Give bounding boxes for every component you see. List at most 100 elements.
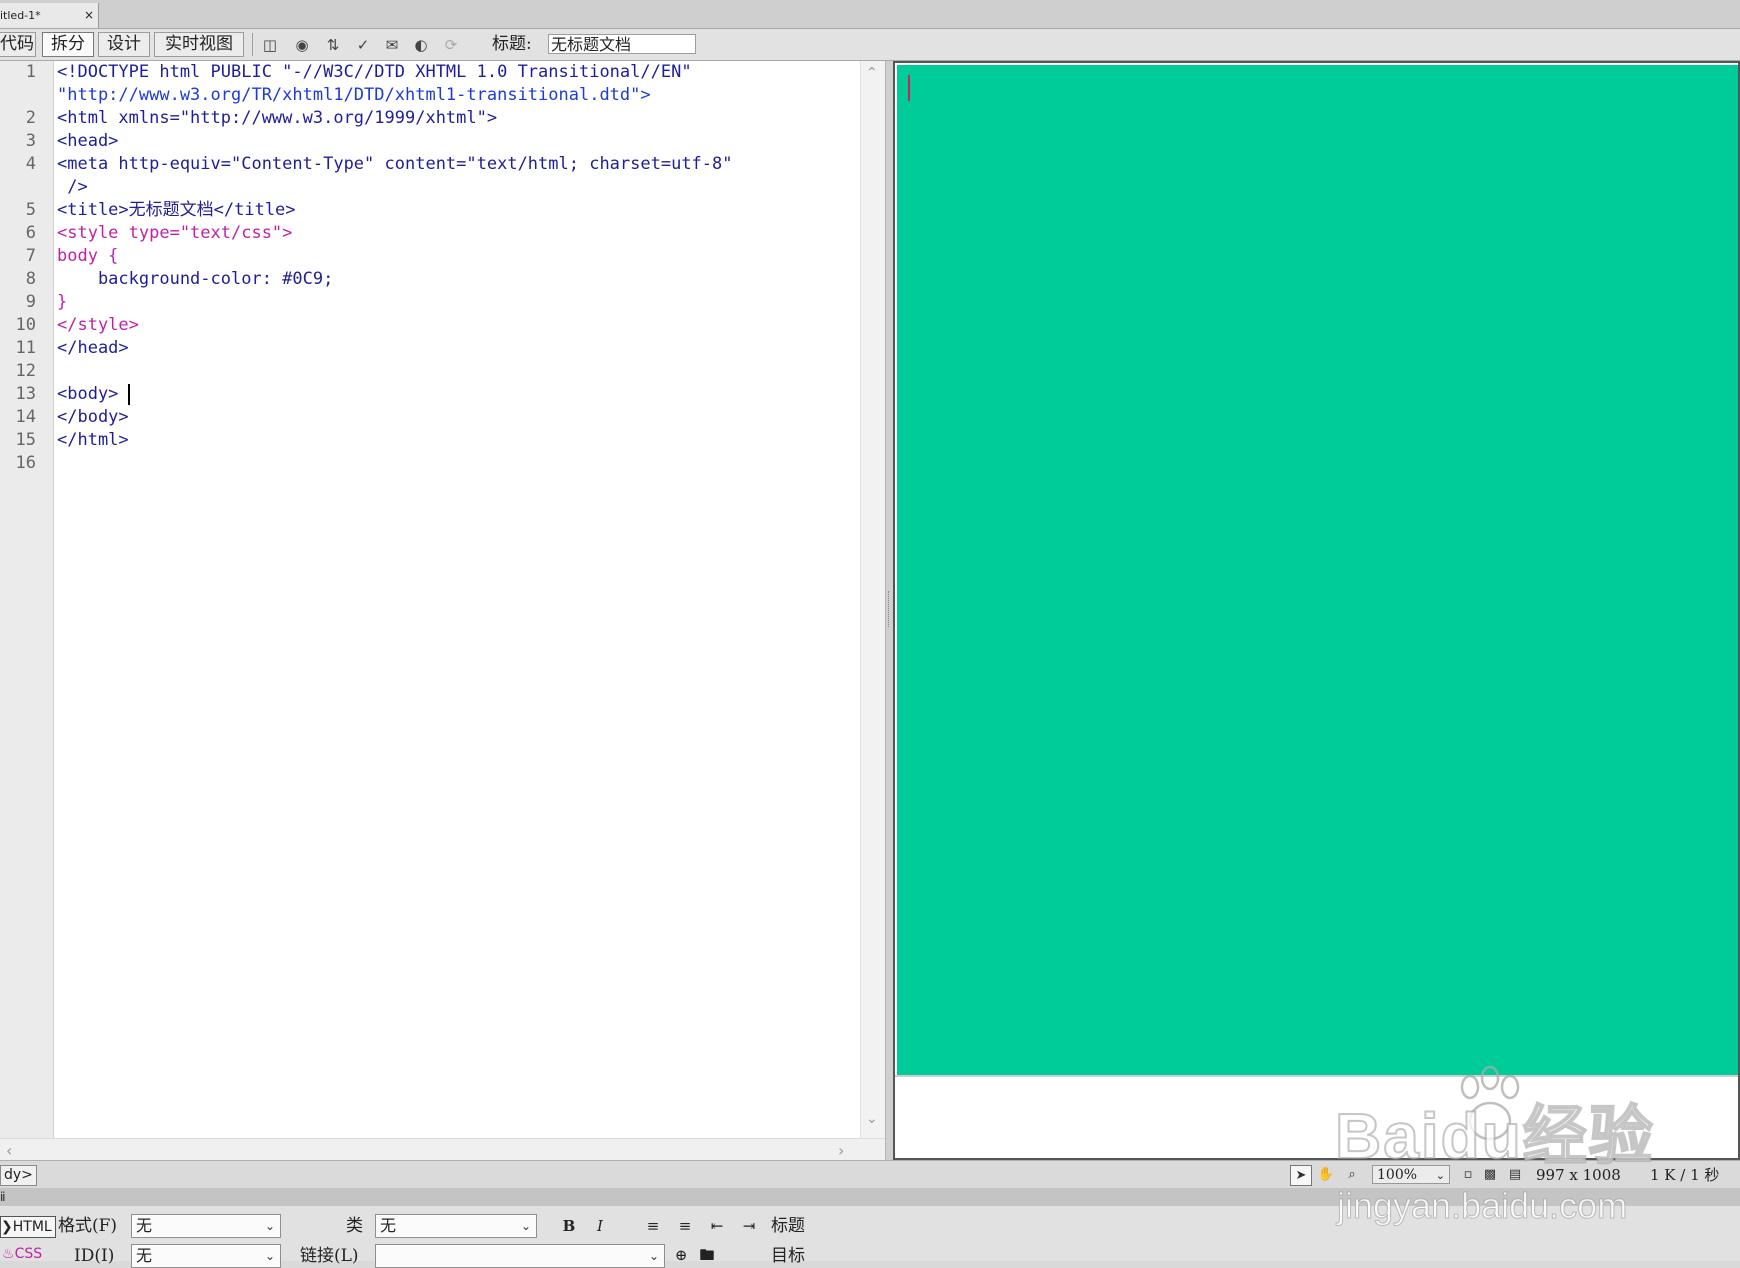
format-label: 格式(F) (58, 1216, 118, 1236)
code-line: "http://www.w3.org/TR/xhtml1/DTD/xhtml1-… (57, 85, 651, 105)
id-label: ID(I) (74, 1246, 115, 1266)
tag-selector[interactable]: dy> (0, 1165, 37, 1186)
document-tab[interactable]: itled-1* × (0, 3, 99, 28)
split-view-button[interactable]: 拆分 (42, 32, 94, 57)
line-number: 7 (25, 246, 36, 266)
zoom-value: 100% (1377, 1167, 1418, 1183)
class-select[interactable]: 无 ⌄ (375, 1214, 537, 1238)
w3c-validation-icon[interactable]: ✓ (352, 36, 374, 54)
properties-html-tab[interactable]: ❯HTML (0, 1216, 56, 1238)
check-browser-icon[interactable]: ✉ (381, 36, 403, 54)
code-horizontal-scrollbar[interactable]: ‹ › (0, 1138, 885, 1161)
page-boundary (895, 1075, 1738, 1077)
design-view-button[interactable]: 设计 (98, 32, 150, 57)
chevron-down-icon: ⌄ (1435, 1169, 1445, 1182)
link-title-label: 标题 (771, 1216, 805, 1236)
code-line: <head> (57, 131, 119, 151)
line-number: 13 (15, 384, 36, 404)
code-line: </style> (57, 315, 139, 335)
line-number: 9 (25, 292, 36, 312)
scroll-up-icon[interactable]: ⌃ (866, 65, 878, 81)
code-view-button[interactable]: 代码 (0, 32, 36, 57)
code-editor[interactable]: 1 2 3 4 5 6 7 8 9 10 11 12 13 14 15 16 <… (0, 61, 886, 1139)
document-toolbar: 代码 拆分 设计 实时视图 ◫ ◉ ⇅ ✓ ✉ ◐ ⟳ 标题: 无标题文档 (0, 29, 1740, 61)
document-size: 1 K / 1 秒 (1650, 1166, 1720, 1184)
class-label: 类 (346, 1216, 363, 1236)
ordered-list-icon[interactable]: ≡ (674, 1215, 696, 1237)
document-title-input[interactable]: 无标题文档 (548, 34, 696, 54)
point-to-file-icon[interactable]: ⊕ (670, 1244, 692, 1266)
code-line: body { (57, 246, 119, 266)
desktop-size-icon[interactable]: ▤ (1505, 1165, 1525, 1184)
line-number: 8 (25, 269, 36, 289)
html-tab-label: HTML (12, 1219, 52, 1235)
properties-panel: ❯HTML ♨CSS 格式(F) 无 ⌄ 类 无 ⌄ B I ≡ ≡ ⇤ ⇥ 标题 … (0, 1206, 1740, 1268)
title-label: 标题: (492, 34, 532, 54)
refresh-icon[interactable]: ⟳ (440, 36, 462, 54)
code-line: <body> (57, 384, 119, 404)
line-number: 6 (25, 223, 36, 243)
chevron-down-icon: ⌄ (520, 1219, 531, 1233)
line-number: 10 (15, 315, 36, 335)
live-view-button[interactable]: 实时视图 (154, 32, 244, 57)
italic-button[interactable]: I (589, 1215, 611, 1237)
scroll-right-icon[interactable]: › (838, 1141, 844, 1160)
panel-grip-icon[interactable]: ⅱ (0, 1188, 6, 1206)
tablet-size-icon[interactable]: ▩ (1480, 1165, 1500, 1184)
line-number: 3 (25, 131, 36, 151)
outdent-icon[interactable]: ⇤ (706, 1215, 728, 1237)
unordered-list-icon[interactable]: ≡ (642, 1215, 664, 1237)
text-cursor (128, 384, 130, 405)
zoom-select[interactable]: 100% ⌄ (1372, 1165, 1450, 1184)
line-number: 4 (25, 154, 36, 174)
scroll-down-icon[interactable]: ⌄ (866, 1111, 878, 1127)
select-pointer-icon[interactable]: ➤ (1290, 1165, 1312, 1186)
splitter-grip[interactable] (888, 591, 891, 627)
line-number: 11 (15, 338, 36, 358)
multiscreen-icon[interactable]: ◫ (259, 36, 281, 54)
code-line: background-color: #0C9; (57, 269, 334, 289)
browse-folder-icon[interactable]: 🖿 (696, 1244, 718, 1266)
format-select[interactable]: 无 ⌄ (131, 1214, 281, 1238)
code-line: <title>无标题文档</title> (57, 200, 296, 220)
file-management-icon[interactable]: ⇅ (322, 36, 344, 54)
code-vertical-scrollbar[interactable]: ⌃ ⌄ (860, 61, 886, 1139)
indent-icon[interactable]: ⇥ (738, 1215, 760, 1237)
mobile-size-icon[interactable]: ▫ (1458, 1165, 1478, 1184)
close-tab-icon[interactable]: × (84, 3, 94, 28)
line-number: 2 (25, 108, 36, 128)
zoom-tool-icon[interactable]: ⌕ (1342, 1165, 1362, 1184)
code-line: </html> (57, 430, 129, 450)
code-line: <!DOCTYPE html PUBLIC "-//W3C//DTD XHTML… (57, 62, 692, 82)
code-line: } (57, 292, 68, 312)
design-view[interactable] (893, 61, 1740, 1160)
window-size[interactable]: 997 x 1008 (1536, 1165, 1621, 1185)
chevron-down-icon: ⌄ (264, 1249, 275, 1263)
hand-tool-icon[interactable]: ✋ (1316, 1165, 1336, 1184)
target-label: 目标 (771, 1246, 805, 1266)
link-input[interactable]: ⌄ (375, 1244, 665, 1268)
scroll-left-icon[interactable]: ‹ (6, 1141, 12, 1160)
code-line: </body> (57, 407, 129, 427)
line-number: 14 (15, 407, 36, 427)
link-label: 链接(L) (300, 1246, 359, 1266)
properties-panel-header[interactable]: ⅱ (0, 1188, 1740, 1207)
id-select[interactable]: 无 ⌄ (131, 1244, 281, 1268)
chevron-down-icon: ⌄ (264, 1219, 275, 1233)
code-line: <meta http-equiv="Content-Type" content=… (57, 154, 733, 174)
document-tab-title: itled-1* (0, 9, 41, 22)
code-line: /> (57, 177, 88, 197)
toolbar-divider (252, 33, 253, 56)
page-body-preview[interactable] (897, 65, 1738, 1075)
line-number-gutter: 1 2 3 4 5 6 7 8 9 10 11 12 13 14 15 16 (0, 61, 54, 1139)
code-line: <style type="text/css"> (57, 223, 293, 243)
properties-css-tab[interactable]: ♨CSS (0, 1244, 42, 1264)
code-line: </head> (57, 338, 129, 358)
bold-button[interactable]: B (558, 1215, 580, 1237)
id-value: 无 (136, 1246, 153, 1265)
line-number: 5 (25, 200, 36, 220)
design-cursor (908, 75, 910, 101)
visual-aids-icon[interactable]: ◐ (410, 36, 432, 54)
line-number: 1 (25, 62, 36, 82)
preview-browser-icon[interactable]: ◉ (291, 36, 313, 54)
